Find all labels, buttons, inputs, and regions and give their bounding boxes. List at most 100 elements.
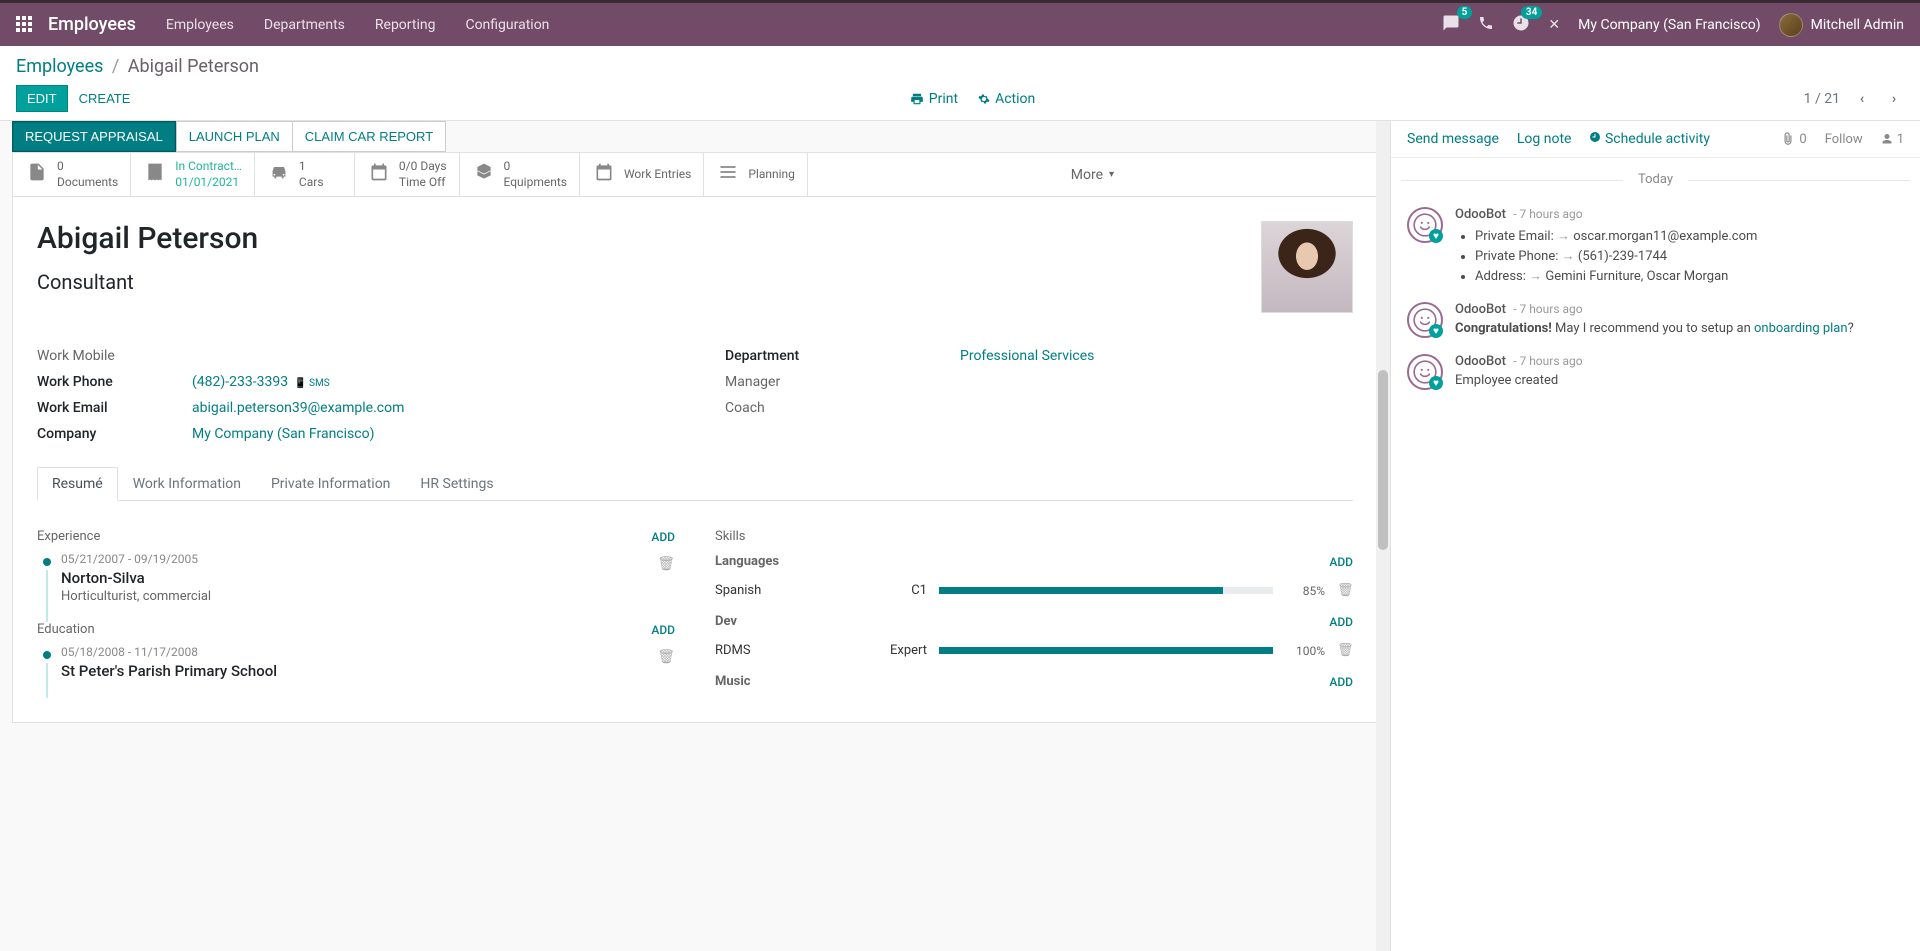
label-department: Department bbox=[725, 348, 880, 364]
tab-private-info[interactable]: Private Information bbox=[256, 467, 405, 501]
breadcrumb-current: Abigail Peterson bbox=[128, 56, 259, 77]
stat-equipments[interactable]: 0Equipments bbox=[460, 153, 580, 196]
document-icon bbox=[25, 162, 49, 187]
pager-next-button[interactable]: › bbox=[1884, 89, 1904, 109]
gear-icon bbox=[978, 93, 990, 105]
skills-header: Skills bbox=[715, 529, 746, 544]
company-selector[interactable]: My Company (San Francisco) bbox=[1578, 17, 1760, 33]
pager-prev-button[interactable]: ‹ bbox=[1852, 89, 1872, 109]
label-coach: Coach bbox=[725, 400, 880, 416]
add-skill-button[interactable]: ADD bbox=[1329, 675, 1353, 689]
action-button[interactable]: Action bbox=[978, 91, 1035, 107]
follow-button[interactable]: Follow bbox=[1825, 132, 1863, 147]
timeline-item[interactable]: 05/18/2008 - 11/17/2008 St Peter's Paris… bbox=[37, 645, 675, 680]
pager-text: 1 / 21 bbox=[1804, 91, 1840, 107]
value-work-email[interactable]: abigail.peterson39@example.com bbox=[192, 400, 404, 416]
messages-badge: 5 bbox=[1457, 6, 1473, 19]
close-tray-icon[interactable]: ✕ bbox=[1548, 17, 1560, 33]
breadcrumb-root[interactable]: Employees bbox=[16, 56, 103, 77]
skill-row: Spanish C1 85% 🗑 bbox=[715, 577, 1353, 604]
scrollbar[interactable] bbox=[1376, 121, 1390, 951]
experience-header: Experience bbox=[37, 529, 100, 544]
stat-documents[interactable]: 0Documents bbox=[13, 153, 131, 196]
form-content: REQUEST APPRAISAL LAUNCH PLAN CLAIM CAR … bbox=[0, 121, 1390, 951]
timeline-item[interactable]: 05/21/2007 - 09/19/2005 Norton-Silva Hor… bbox=[37, 552, 675, 604]
tab-work-info[interactable]: Work Information bbox=[118, 467, 256, 501]
user-menu[interactable]: Mitchell Admin bbox=[1779, 13, 1904, 37]
cubes-icon bbox=[472, 162, 496, 187]
user-avatar-icon bbox=[1779, 13, 1803, 37]
menu-reporting[interactable]: Reporting bbox=[375, 17, 436, 33]
stat-planning[interactable]: Planning bbox=[704, 153, 808, 196]
app-brand[interactable]: Employees bbox=[48, 14, 136, 35]
calendar-icon bbox=[367, 162, 391, 187]
control-panel: Employees / Abigail Peterson EDIT CREATE… bbox=[0, 46, 1920, 121]
attachments-button[interactable]: 0 bbox=[1781, 132, 1806, 147]
apps-icon[interactable] bbox=[16, 16, 34, 34]
label-work-phone: Work Phone bbox=[37, 374, 192, 390]
stat-buttons: 0Documents In Contract…01/01/2021 1Cars … bbox=[12, 152, 1378, 197]
sms-button[interactable]: 📱 SMS bbox=[294, 378, 330, 389]
bot-avatar-icon bbox=[1407, 354, 1443, 390]
claim-car-button[interactable]: CLAIM CAR REPORT bbox=[293, 121, 446, 152]
phone-icon[interactable] bbox=[1478, 15, 1494, 35]
stat-cars[interactable]: 1Cars bbox=[255, 153, 355, 196]
onboarding-plan-link[interactable]: onboarding plan bbox=[1754, 321, 1848, 336]
employee-title: Consultant bbox=[37, 270, 258, 294]
tab-resume[interactable]: Resumé bbox=[37, 467, 118, 501]
tabs: Resumé Work Information Private Informat… bbox=[37, 467, 1353, 501]
employee-photo[interactable] bbox=[1261, 221, 1353, 313]
send-message-button[interactable]: Send message bbox=[1407, 131, 1499, 147]
label-work-email: Work Email bbox=[37, 400, 192, 416]
menu-departments[interactable]: Departments bbox=[264, 17, 345, 33]
stat-more[interactable]: More ▾ bbox=[808, 153, 1377, 196]
trash-icon[interactable]: 🗑 bbox=[1337, 583, 1353, 598]
stat-contract[interactable]: In Contract…01/01/2021 bbox=[131, 153, 255, 196]
user-icon bbox=[1881, 133, 1893, 145]
bot-avatar-icon bbox=[1407, 207, 1443, 243]
label-work-mobile: Work Mobile bbox=[37, 348, 192, 364]
add-skill-button[interactable]: ADD bbox=[1329, 615, 1353, 629]
education-header: Education bbox=[37, 622, 95, 637]
activities-icon[interactable]: 34 bbox=[1512, 14, 1530, 36]
trash-icon[interactable]: 🗑 bbox=[657, 649, 675, 665]
message: OdooBot - 7 hours ago Employee created bbox=[1391, 348, 1920, 400]
trash-icon[interactable]: 🗑 bbox=[1337, 643, 1353, 658]
followers-button[interactable]: 1 bbox=[1881, 132, 1904, 147]
paperclip-icon bbox=[1781, 132, 1795, 146]
stat-timeoff[interactable]: 0/0 DaysTime Off bbox=[355, 153, 460, 196]
menu-configuration[interactable]: Configuration bbox=[465, 17, 549, 33]
print-button[interactable]: Print bbox=[910, 91, 958, 107]
skill-row: RDMS Expert 100% 🗑 bbox=[715, 637, 1353, 664]
schedule-activity-button[interactable]: Schedule activity bbox=[1589, 131, 1710, 147]
value-company[interactable]: My Company (San Francisco) bbox=[192, 426, 374, 442]
message: OdooBot - 7 hours ago Private Email: → o… bbox=[1391, 201, 1920, 296]
chatter: Send message Log note Schedule activity … bbox=[1390, 121, 1920, 951]
main-menu: Employees Departments Reporting Configur… bbox=[166, 17, 550, 33]
add-skill-button[interactable]: ADD bbox=[1329, 555, 1353, 569]
print-icon bbox=[910, 92, 924, 106]
launch-plan-button[interactable]: LAUNCH PLAN bbox=[176, 121, 293, 152]
stat-workentries[interactable]: Work Entries bbox=[580, 153, 704, 196]
list-icon bbox=[716, 162, 740, 187]
trash-icon[interactable]: 🗑 bbox=[657, 556, 675, 572]
menu-employees[interactable]: Employees bbox=[166, 17, 234, 33]
top-nav: Employees Employees Departments Reportin… bbox=[0, 0, 1920, 46]
add-experience-button[interactable]: ADD bbox=[651, 530, 675, 544]
bot-avatar-icon bbox=[1407, 302, 1443, 338]
edit-button[interactable]: EDIT bbox=[16, 85, 68, 112]
clock-icon bbox=[1589, 131, 1601, 143]
tab-hr-settings[interactable]: HR Settings bbox=[405, 467, 508, 501]
create-button[interactable]: CREATE bbox=[68, 85, 142, 112]
messages-icon[interactable]: 5 bbox=[1442, 14, 1460, 36]
message: OdooBot - 7 hours ago Congratulations! M… bbox=[1391, 296, 1920, 348]
add-education-button[interactable]: ADD bbox=[651, 623, 675, 637]
form-sheet: Abigail Peterson Consultant Work Mobile … bbox=[12, 197, 1378, 723]
activities-badge: 34 bbox=[1521, 6, 1542, 19]
value-department[interactable]: Professional Services bbox=[880, 348, 1094, 364]
value-work-phone[interactable]: (482)-233-3393📱 SMS bbox=[192, 374, 330, 390]
user-name: Mitchell Admin bbox=[1811, 17, 1904, 33]
log-note-button[interactable]: Log note bbox=[1517, 131, 1572, 147]
request-appraisal-button[interactable]: REQUEST APPRAISAL bbox=[12, 121, 176, 152]
calendar-icon bbox=[592, 162, 616, 187]
